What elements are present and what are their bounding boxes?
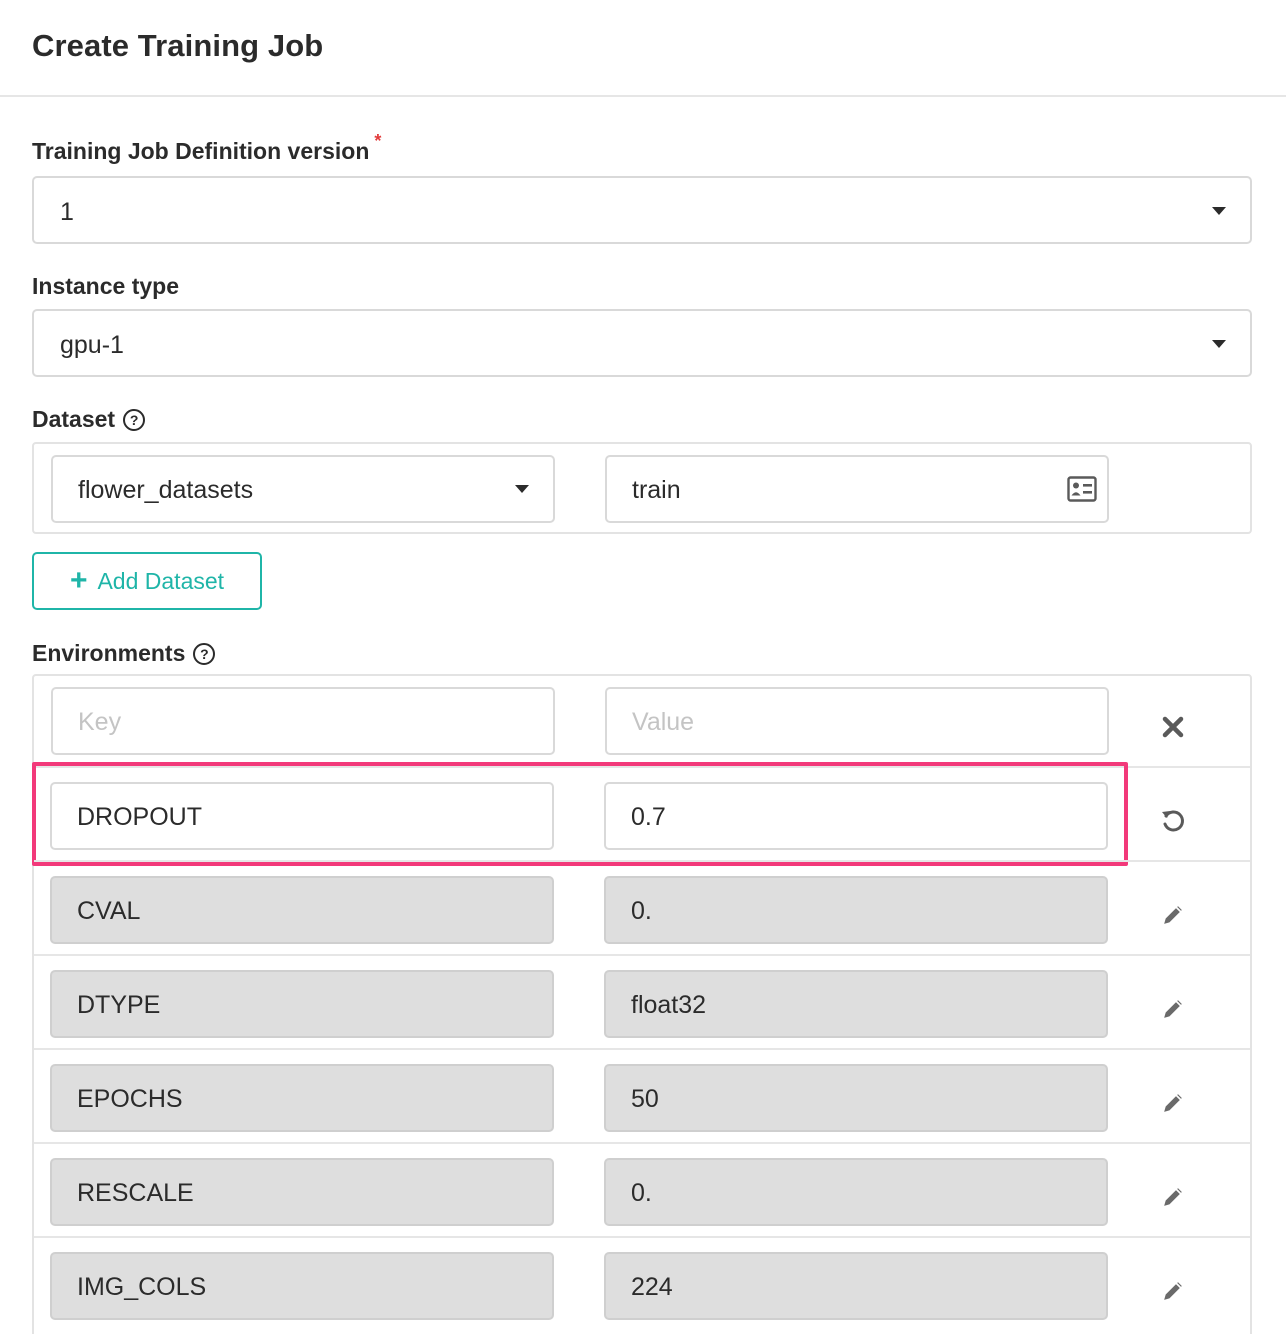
env-row-value-input: float32 [604, 970, 1108, 1038]
instance-type-select[interactable]: gpu-1 [32, 309, 1252, 377]
plus-icon: + [69, 564, 88, 597]
env-row-key-input[interactable]: DROPOUT [50, 782, 554, 850]
env-row: IMG_COLS 224 [34, 1236, 1250, 1330]
env-row-value-input: 224 [604, 1252, 1108, 1320]
env-row-key: DTYPE [77, 991, 161, 1019]
env-value-input[interactable]: Value [605, 687, 1109, 755]
env-row: EPOCHS 50 [34, 1048, 1250, 1142]
chevron-down-icon [1212, 340, 1226, 348]
required-mark: * [374, 131, 382, 151]
instance-type-label-text: Instance type [32, 273, 179, 299]
env-row-value: float32 [631, 991, 707, 1019]
dataset-label-text: Dataset [32, 406, 116, 432]
instance-type-label: Instance type [32, 273, 179, 300]
env-row-value: 0.7 [631, 803, 666, 831]
dataset-name-value: flower_datasets [78, 476, 254, 504]
env-row-value: 50 [631, 1085, 659, 1113]
id-card-icon[interactable] [1067, 474, 1097, 504]
env-row-key-input: IMG_COLS [50, 1252, 554, 1320]
pencil-icon[interactable] [1158, 1276, 1188, 1306]
env-row: CVAL 0. [34, 860, 1250, 954]
definition-version-label: Training Job Definition version * [32, 131, 381, 165]
chevron-down-icon [515, 485, 529, 493]
pencil-icon[interactable] [1158, 1088, 1188, 1118]
definition-version-select[interactable]: 1 [32, 176, 1252, 244]
env-value-placeholder: Value [632, 708, 695, 736]
env-row: DTYPE float32 [34, 954, 1250, 1048]
env-row-value-input: 0. [604, 876, 1108, 944]
definition-version-label-text: Training Job Definition version [32, 138, 370, 164]
env-row: RESCALE 0. [34, 1142, 1250, 1236]
dataset-split-input[interactable]: train [605, 455, 1109, 523]
env-row-key-input: DTYPE [50, 970, 554, 1038]
env-row-key: RESCALE [77, 1179, 194, 1207]
dataset-split-value: train [632, 476, 681, 504]
env-row-key: CVAL [77, 897, 141, 925]
env-row-editing: DROPOUT 0.7 [34, 766, 1250, 860]
env-row-value-input[interactable]: 0.7 [604, 782, 1108, 850]
add-dataset-label: Add Dataset [97, 567, 225, 594]
pencil-icon[interactable] [1158, 1182, 1188, 1212]
env-row-key: IMG_COLS [77, 1273, 207, 1301]
close-icon[interactable] [1158, 712, 1188, 742]
add-dataset-button[interactable]: + Add Dataset [32, 552, 262, 610]
env-row-key-input: EPOCHS [50, 1064, 554, 1132]
instance-type-value: gpu-1 [60, 331, 124, 359]
env-row-value: 0. [631, 1179, 652, 1207]
env-row-value-input: 50 [604, 1064, 1108, 1132]
dataset-label: Dataset ? [32, 406, 146, 433]
dataset-group: flower_datasets train [32, 442, 1252, 534]
pencil-icon[interactable] [1158, 994, 1188, 1024]
page-title: Create Training Job [32, 28, 324, 63]
env-row-key: DROPOUT [77, 803, 202, 831]
environments-label: Environments ? [32, 640, 216, 667]
env-row-key: EPOCHS [77, 1085, 183, 1113]
env-row-key-input: RESCALE [50, 1158, 554, 1226]
help-icon[interactable]: ? [123, 408, 146, 431]
environments-label-text: Environments [32, 640, 186, 666]
env-row-value-input: 0. [604, 1158, 1108, 1226]
help-icon[interactable]: ? [193, 642, 216, 665]
env-row-value: 0. [631, 897, 652, 925]
dataset-name-select[interactable]: flower_datasets [51, 455, 555, 523]
env-key-placeholder: Key [78, 708, 122, 736]
definition-version-value: 1 [60, 198, 74, 226]
page-header: Create Training Job [0, 0, 1286, 97]
env-row-key-input: CVAL [50, 876, 554, 944]
chevron-down-icon [1212, 207, 1226, 215]
pencil-icon[interactable] [1158, 900, 1188, 930]
env-row-value: 224 [631, 1273, 673, 1301]
env-key-input[interactable]: Key [51, 687, 555, 755]
undo-icon[interactable] [1158, 806, 1188, 836]
